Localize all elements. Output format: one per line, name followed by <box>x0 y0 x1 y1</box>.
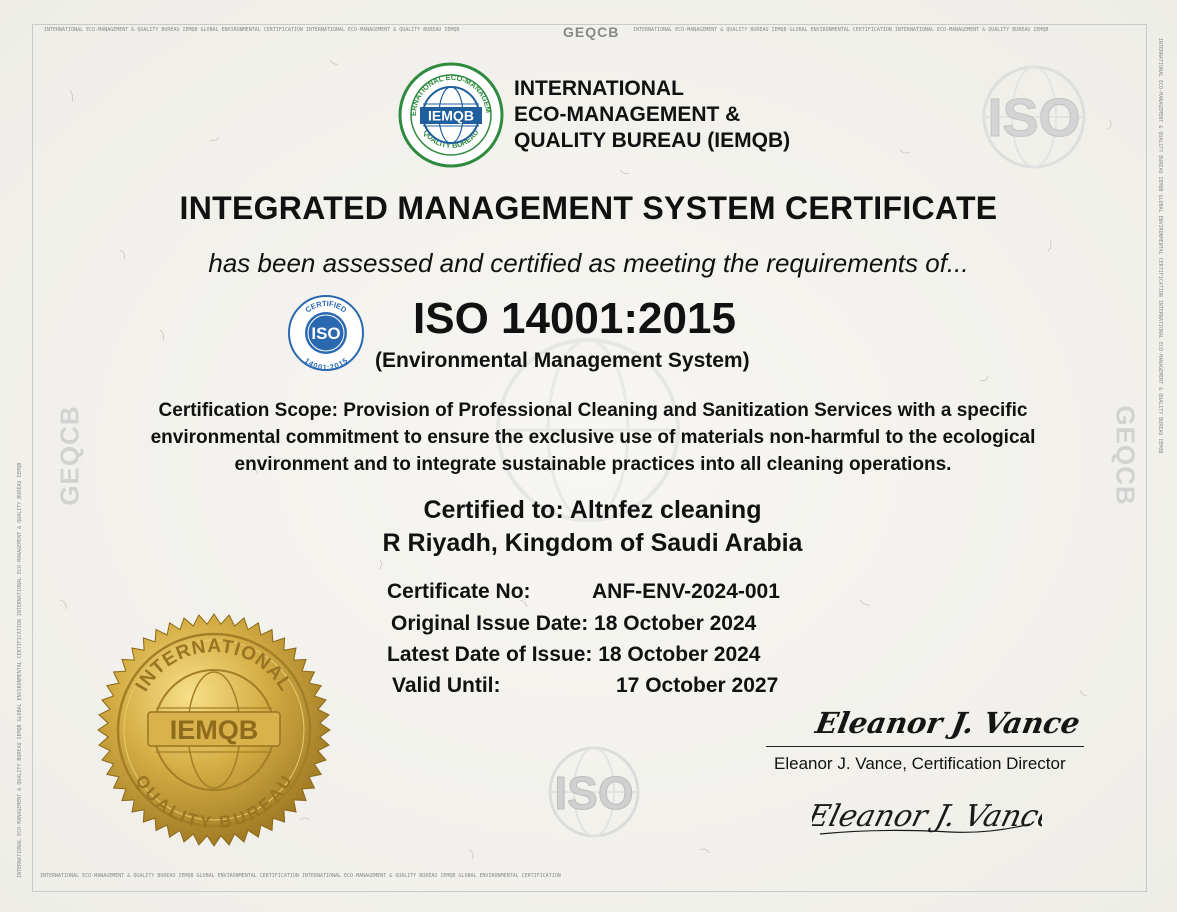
iso-standard-description: (Environmental Management System) <box>375 349 750 372</box>
iemqb-logo: INTERNATIONAL ECO-MANAGEMENT QUALITY BUR… <box>398 62 504 168</box>
iso-watermark-text: ISO <box>987 88 1080 148</box>
issuer-name-line2: ECO-MANAGEMENT & <box>514 103 741 126</box>
scope-line: environmental commitment to ensure the e… <box>150 427 1036 448</box>
certificate-title: INTEGRATED MANAGEMENT SYSTEM CERTIFICATE <box>179 190 998 226</box>
badge-center-text: ISO <box>311 324 340 343</box>
cert-no-label: Certificate No: <box>387 580 531 603</box>
scope-line: Certification Scope: Provision of Profes… <box>158 400 1028 421</box>
organization-location: R Riyadh, Kingdom of Saudi Arabia <box>382 529 803 557</box>
iso-certified-badge: CERTIFIED 14001:2015 ISO <box>288 295 364 372</box>
geqcb-mark-top: GEQCB <box>563 24 620 40</box>
signature-line <box>766 746 1084 747</box>
iso-standard: ISO 14001:2015 <box>413 294 736 343</box>
iso-watermark-text: ISO <box>554 767 633 819</box>
geqcb-watermark-left: GEQCB <box>54 405 85 506</box>
microtext-bottom: INTERNATIONAL ECO-MANAGEMENT & QUALITY B… <box>40 873 561 879</box>
issuer-name-line3: QUALITY BUREAU (IEMQB) <box>514 129 791 152</box>
gold-seal: INTERNATIONAL QUALITY BUREAU IEMQB <box>97 613 331 847</box>
issuer-name: INTERNATIONAL ECO-MANAGEMENT & QUALITY B… <box>514 76 790 154</box>
microtext-left: INTERNATIONAL ECO-MANAGEMENT & QUALITY B… <box>17 462 23 878</box>
original-issue-date: Original Issue Date: 18 October 2024 <box>391 612 757 635</box>
certified-to: Certified to: Altnfez cleaning <box>423 496 762 524</box>
geqcb-watermark-right: GEQCB <box>1110 405 1141 506</box>
logo-center-text: IEMQB <box>428 108 474 124</box>
iso-watermark-bottom: ISO <box>548 746 640 838</box>
certificate-subtitle: has been assessed and certified as meeti… <box>208 248 969 278</box>
certified-organization: Certified to: Altnfez cleaning R Riyadh,… <box>0 494 1177 560</box>
certification-scope: Certification Scope: Provision of Profes… <box>110 397 1076 478</box>
microtext-top-right: INTERNATIONAL ECO-MANAGEMENT & QUALITY B… <box>633 27 1049 33</box>
microtext-right: INTERNATIONAL ECO-MANAGEMENT & QUALITY B… <box>1157 38 1163 454</box>
iso-watermark-top-right: ISO <box>982 65 1086 169</box>
valid-until-value: 17 October 2027 <box>616 674 779 697</box>
signature-name: Eleanor J. Vance <box>813 706 1083 740</box>
issuer-name-line1: INTERNATIONAL <box>514 77 684 100</box>
scope-line: environment and to integrate sustainable… <box>234 454 952 475</box>
seal-center-text: IEMQB <box>170 715 259 745</box>
latest-issue-date: Latest Date of Issue: 18 October 2024 <box>387 643 761 666</box>
microtext-top-left: INTERNATIONAL ECO-MANAGEMENT & QUALITY B… <box>44 27 460 33</box>
signature-caption: Eleanor J. Vance, Certification Director <box>774 754 1066 773</box>
handwritten-signature: Eleanor J. Vance <box>812 799 1042 835</box>
valid-until-label: Valid Until: <box>392 674 501 697</box>
cert-no-value: ANF-ENV-2024-001 <box>592 580 780 603</box>
